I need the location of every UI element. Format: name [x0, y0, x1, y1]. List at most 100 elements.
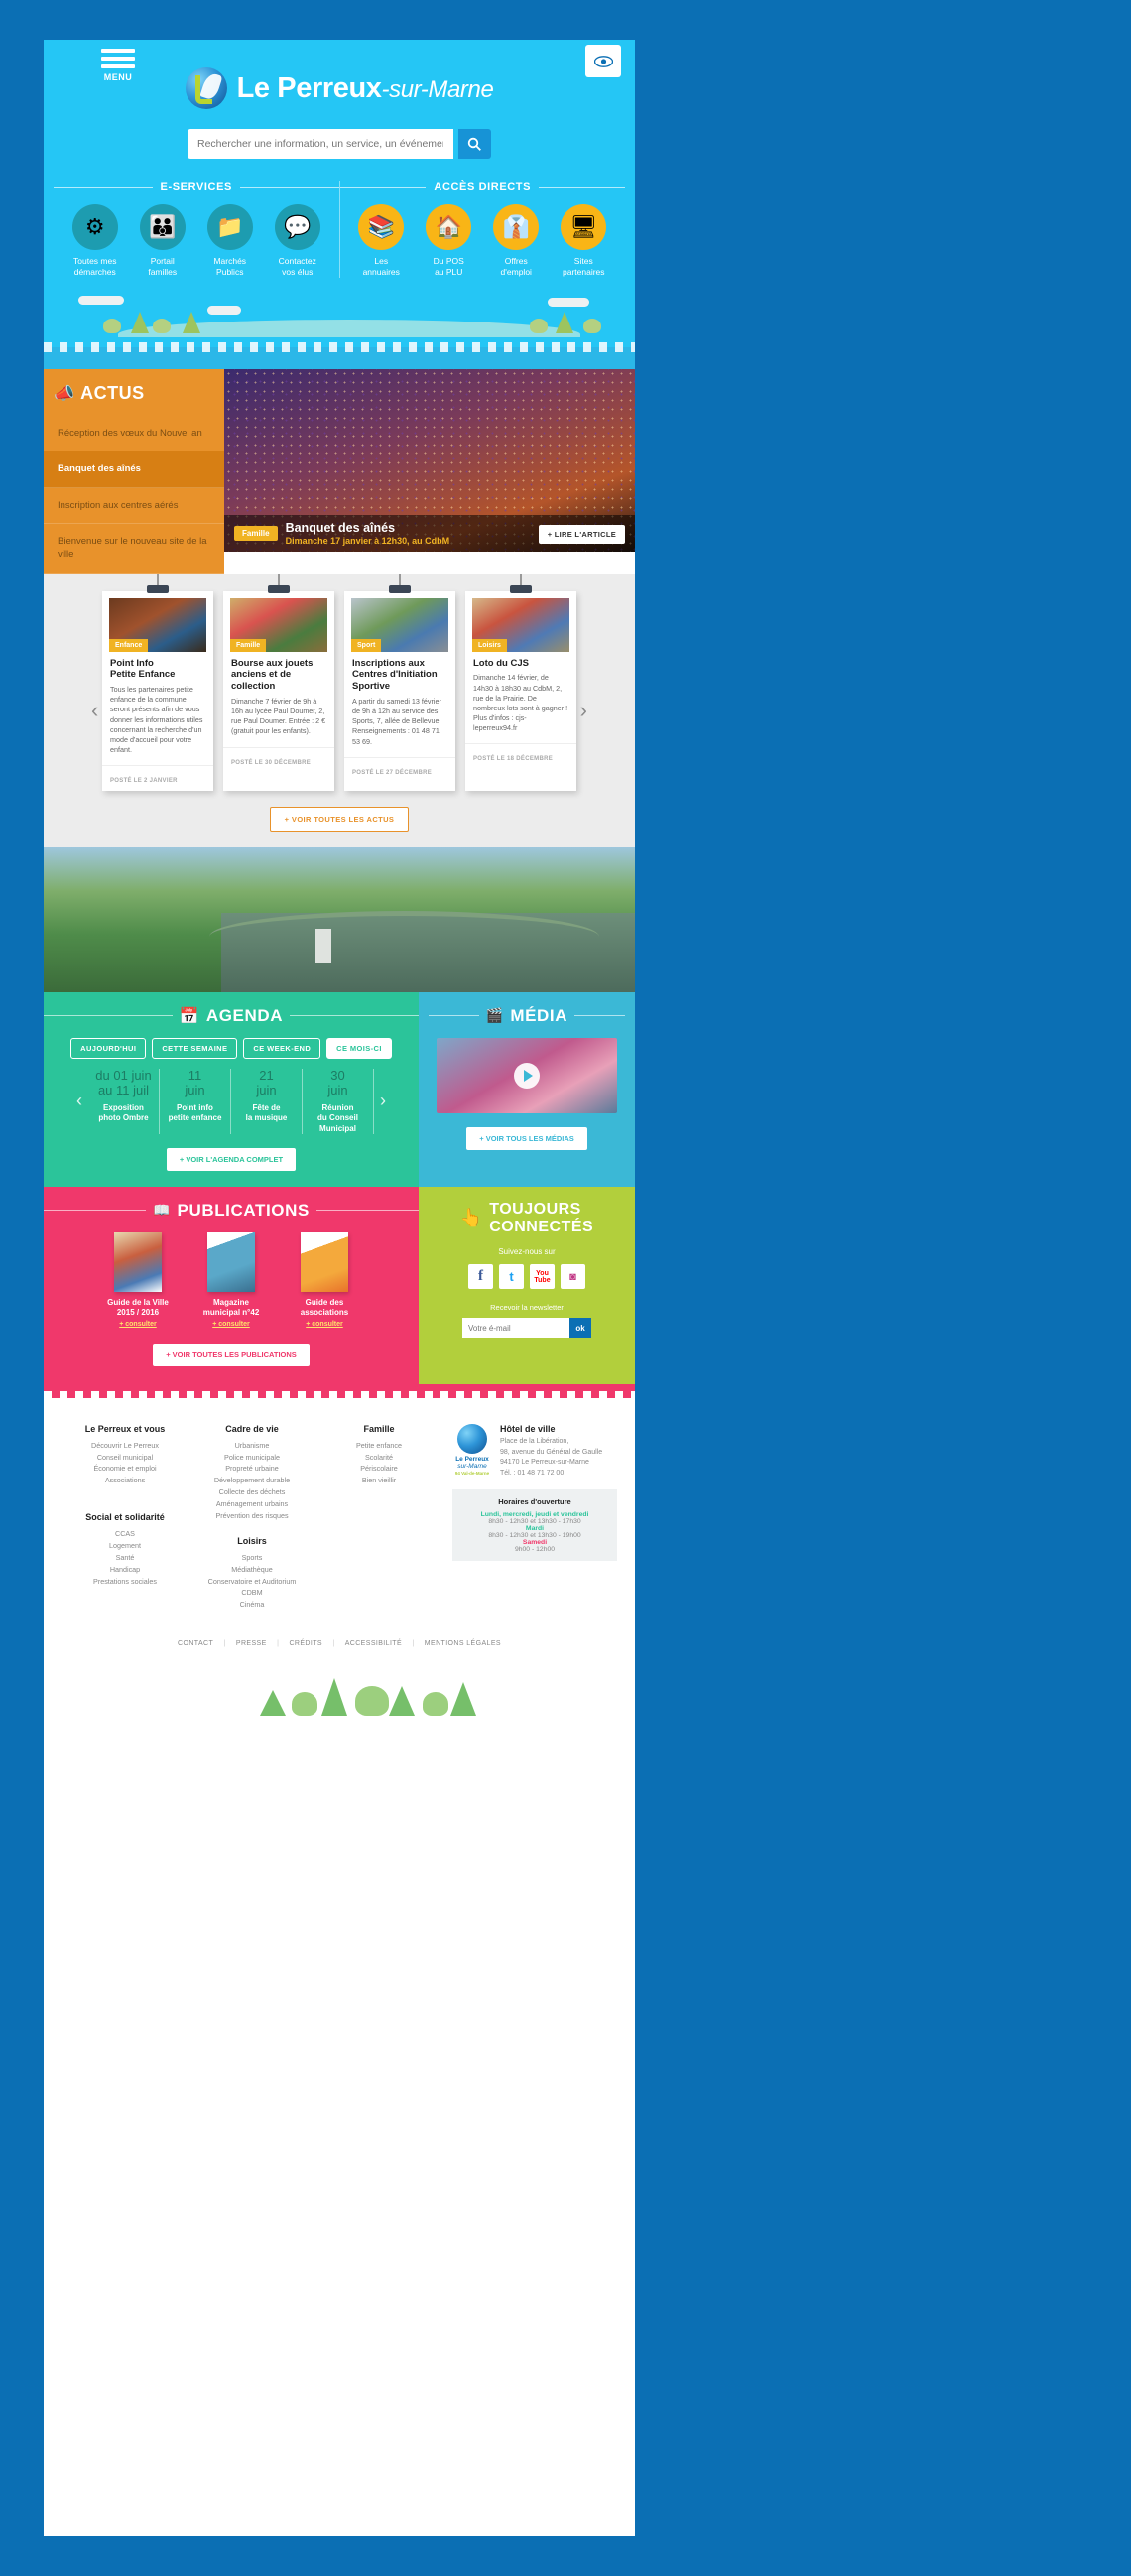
agenda-tab-aujourdhui[interactable]: AUJOURD'HUI: [70, 1037, 147, 1059]
footer-link[interactable]: Propreté urbaine: [192, 1463, 312, 1475]
footer-link[interactable]: Prestations sociales: [65, 1576, 185, 1588]
news-card[interactable]: Loisirs Loto du CJS Dimanche 14 février,…: [465, 573, 576, 791]
footer-link[interactable]: Prévention des risques: [192, 1510, 312, 1522]
agenda-events: ‹ du 01 juin au 11 juil Exposition photo…: [44, 1068, 419, 1134]
media-thumbnail[interactable]: [437, 1037, 617, 1113]
agenda-event[interactable]: 30 juin Réunion du Conseil Municipal: [303, 1068, 374, 1134]
hours-time: 9h00 - 12h00: [514, 1546, 556, 1554]
quick-access-wrap: E-SERVICES ⚙ Toutes mes démarches 👪 Port…: [44, 181, 635, 279]
footer-link[interactable]: CDBM: [192, 1587, 312, 1599]
see-full-agenda-button[interactable]: + VOIR L'AGENDA COMPLET: [166, 1147, 297, 1171]
rule-left: [54, 186, 153, 188]
card-title: Point Info Petite Enfance: [110, 657, 176, 681]
footer-link[interactable]: Conservatoire et Auditorium: [192, 1576, 312, 1588]
footer-link[interactable]: Découvrir Le Perreux: [65, 1440, 185, 1452]
newsletter-row: ok: [429, 1318, 625, 1339]
search-button[interactable]: [458, 129, 491, 159]
card-tag: Sport: [351, 638, 382, 652]
footer-link[interactable]: Handicap: [65, 1564, 185, 1576]
twitter-icon[interactable]: t: [499, 1264, 524, 1290]
footer-bottom-link-mentions-legales[interactable]: MENTIONS LÉGALES: [425, 1640, 501, 1647]
agenda-heading: 📅 AGENDA: [44, 1006, 420, 1026]
footer-link[interactable]: Économie et emploi: [65, 1463, 185, 1475]
publication-link[interactable]: + consulter: [289, 1321, 360, 1328]
card-date: POSTÉ LE 27 DÉCEMBRE: [344, 756, 455, 783]
footer-link[interactable]: CCAS: [65, 1528, 185, 1540]
read-article-button[interactable]: + LIRE L'ARTICLE: [538, 525, 625, 545]
acces-item-annuaires[interactable]: 📚 Les annuaires: [350, 204, 412, 278]
agenda-event[interactable]: 11 juin Point info petite enfance: [160, 1068, 231, 1134]
actus-list-item-active[interactable]: Banquet des aînés: [44, 451, 224, 488]
footer-link[interactable]: Petite enfance: [319, 1440, 439, 1452]
agenda-event[interactable]: 21 juin Fête de la musique: [231, 1068, 303, 1134]
acces-item-offres-emploi[interactable]: 👔 Offres d'emploi: [485, 204, 547, 278]
acces-item-sites-partenaires[interactable]: 🖥 Sites partenaires: [553, 204, 614, 278]
actus-list-item[interactable]: Inscription aux centres aérés: [44, 488, 224, 524]
news-card[interactable]: Enfance Point Info Petite Enfance Tous l…: [102, 573, 213, 791]
search-input[interactable]: [188, 129, 453, 159]
publication-link[interactable]: + consulter: [102, 1321, 174, 1328]
instagram-icon[interactable]: ◙: [561, 1264, 585, 1290]
city-logo-icon: [185, 67, 227, 109]
news-card[interactable]: Famille Bourse aux jouets anciens et de …: [223, 573, 334, 791]
acces-item-pos-plu[interactable]: 🏠 Du POS au PLU: [418, 204, 479, 278]
footer-link[interactable]: Périscolaire: [319, 1463, 439, 1475]
play-icon[interactable]: [514, 1062, 540, 1089]
publication-item[interactable]: Guide des associations + consulter: [289, 1231, 360, 1328]
newsletter-input[interactable]: [462, 1318, 569, 1339]
footer-bottom-link-contact[interactable]: CONTACT: [178, 1640, 213, 1647]
footer-link[interactable]: Collecte des déchets: [192, 1486, 312, 1498]
footer-col-famille: Famille Petite enfance Scolarité Périsco…: [315, 1424, 442, 1611]
rule-left: [44, 1210, 147, 1212]
newsletter-submit-button[interactable]: ok: [569, 1318, 591, 1339]
see-all-news-button[interactable]: + VOIR TOUTES LES ACTUS: [269, 806, 410, 832]
carousel-prev-button[interactable]: ‹: [91, 698, 98, 723]
footer-link[interactable]: Bien vieillir: [319, 1475, 439, 1486]
agenda-tab-cette-semaine[interactable]: CETTE SEMAINE: [152, 1037, 238, 1059]
eservice-item-contactez-elus[interactable]: 💬 Contactez vos élus: [267, 204, 328, 278]
agenda-tab-ce-mois-ci[interactable]: CE MOIS-CI: [326, 1037, 392, 1059]
see-all-publications-button[interactable]: + VOIR TOUTES LES PUBLICATIONS: [153, 1343, 310, 1366]
footer-link[interactable]: Cinéma: [192, 1599, 312, 1610]
footer-link[interactable]: Médiathèque: [192, 1564, 312, 1576]
youtube-icon[interactable]: You Tube: [530, 1264, 555, 1290]
agenda-next-button[interactable]: ›: [374, 1091, 392, 1111]
news-card[interactable]: Sport Inscriptions aux Centres d'Initiat…: [344, 573, 455, 791]
footer-link[interactable]: Associations: [65, 1475, 185, 1486]
footer-link[interactable]: Logement: [65, 1540, 185, 1552]
publication-item[interactable]: Guide de la Ville 2015 / 2016 + consulte…: [102, 1231, 174, 1328]
agenda-event-name: Fête de: [252, 1102, 281, 1112]
accessibility-button[interactable]: [585, 45, 621, 77]
agenda-tabs: AUJOURD'HUI CETTE SEMAINE CE WEEK-END CE…: [44, 1037, 419, 1059]
menu-button[interactable]: MENU: [101, 49, 135, 82]
actus-list-item[interactable]: Bienvenue sur le nouveau site de la vill…: [44, 524, 224, 574]
footer-link[interactable]: Développement durable: [192, 1475, 312, 1486]
footer-bottom-link-presse[interactable]: PRESSE: [236, 1640, 267, 1647]
footer-link[interactable]: Police municipale: [192, 1452, 312, 1464]
footer-link[interactable]: Santé: [65, 1552, 185, 1564]
eservice-item-portail-familles[interactable]: 👪 Portail familles: [132, 204, 193, 278]
card-date: POSTÉ LE 18 DÉCEMBRE: [465, 742, 576, 769]
city-logo-icon: [457, 1423, 487, 1454]
actus-hero-image[interactable]: Famille Banquet des aînés Dimanche 17 ja…: [224, 369, 635, 553]
eservice-item-marches-publics[interactable]: 📁 Marchés Publics: [199, 204, 261, 278]
footer-link[interactable]: Conseil municipal: [65, 1452, 185, 1464]
see-all-media-button[interactable]: + VOIR TOUS LES MÉDIAS: [466, 1126, 587, 1150]
facebook-icon[interactable]: f: [468, 1264, 493, 1290]
publication-link[interactable]: + consulter: [195, 1321, 267, 1328]
tree-icon: [131, 312, 149, 334]
footer-bottom-link-accessibilite[interactable]: ACCESSIBILITÉ: [345, 1640, 402, 1647]
agenda-prev-button[interactable]: ‹: [70, 1091, 88, 1111]
search-icon: [467, 137, 481, 151]
footer-link[interactable]: Aménagement urbains: [192, 1498, 312, 1510]
footer-link[interactable]: Urbanisme: [192, 1440, 312, 1452]
agenda-tab-ce-week-end[interactable]: CE WEEK-END: [243, 1037, 321, 1059]
footer-link[interactable]: Sports: [192, 1552, 312, 1564]
eservice-item-demarches[interactable]: ⚙ Toutes mes démarches: [64, 204, 126, 278]
carousel-next-button[interactable]: ›: [580, 698, 587, 723]
publication-item[interactable]: Magazine municipal n°42 + consulter: [195, 1231, 267, 1328]
agenda-event[interactable]: du 01 juin au 11 juil Exposition photo O…: [88, 1068, 160, 1134]
footer-link[interactable]: Scolarité: [319, 1452, 439, 1464]
footer-bottom-link-credits[interactable]: CRÉDITS: [289, 1640, 322, 1647]
actus-list-item[interactable]: Réception des vœux du Nouvel an: [44, 416, 224, 452]
